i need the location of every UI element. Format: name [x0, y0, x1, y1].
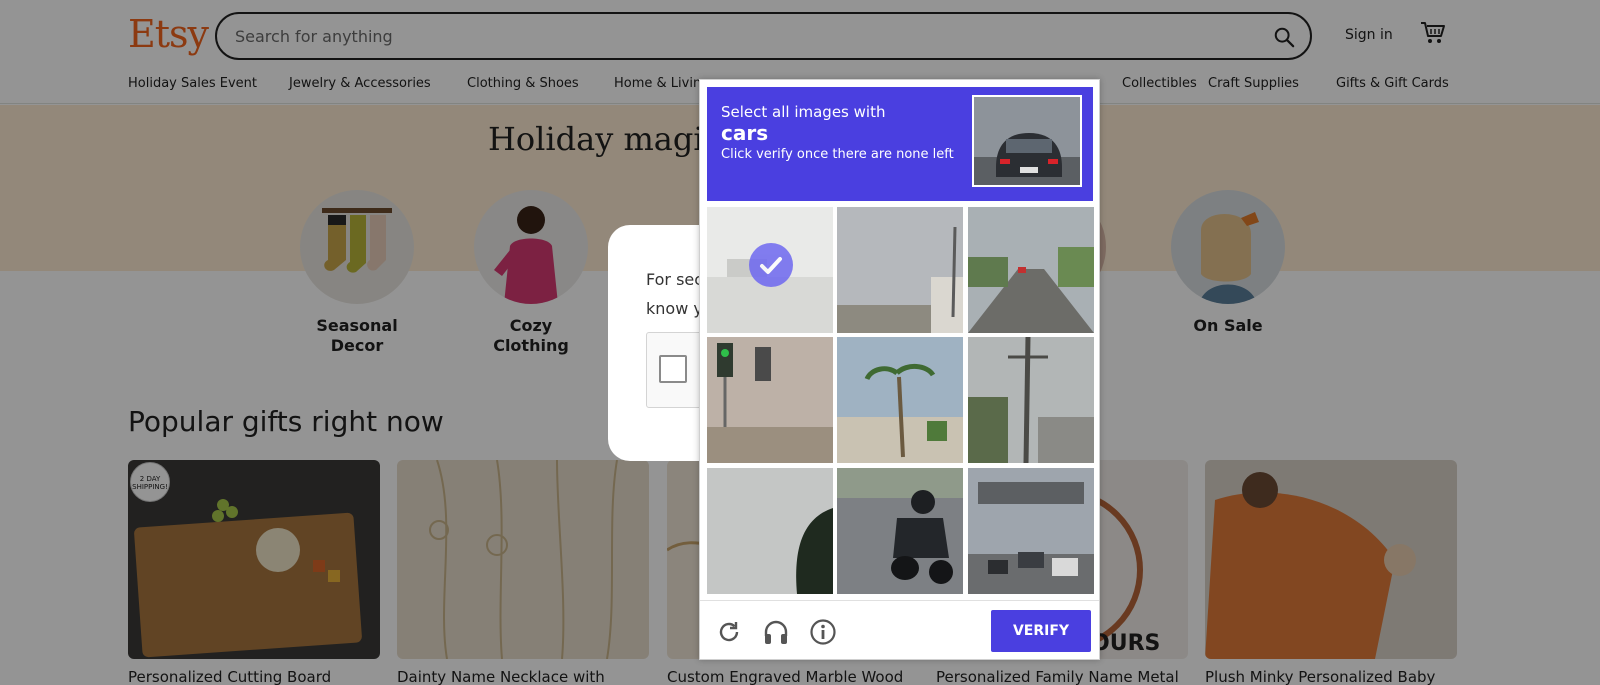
captcha-tile[interactable]: [968, 207, 1094, 333]
refresh-button[interactable]: [714, 617, 744, 647]
tile-check-icon: [749, 243, 793, 287]
prompt-target: cars: [721, 121, 769, 145]
prompt-instruction: Click verify once there are none left: [721, 147, 954, 162]
audio-challenge-button[interactable]: [761, 617, 791, 647]
verify-button[interactable]: VERIFY: [991, 610, 1091, 652]
captcha-tile[interactable]: [707, 468, 833, 594]
sample-image: [972, 95, 1082, 187]
refresh-icon: [719, 622, 739, 642]
captcha-tile[interactable]: [968, 337, 1094, 463]
captcha-tile[interactable]: [837, 468, 963, 594]
info-button[interactable]: [808, 617, 838, 647]
captcha-image-grid: [707, 207, 1094, 594]
info-icon: [810, 619, 836, 645]
captcha-tile[interactable]: [707, 207, 833, 333]
captcha-tile[interactable]: [968, 468, 1094, 594]
captcha-tile[interactable]: [837, 207, 963, 333]
captcha-tile[interactable]: [707, 337, 833, 463]
captcha-prompt: Select all images with cars Click verify…: [707, 87, 1093, 201]
headphones-icon: [764, 620, 788, 644]
captcha-tile[interactable]: [837, 337, 963, 463]
prompt-text: Select all images with: [721, 103, 886, 121]
captcha-checkbox[interactable]: [659, 355, 687, 383]
captcha-footer: VERIFY: [700, 600, 1099, 660]
captcha-challenge: Select all images with cars Click verify…: [699, 79, 1100, 660]
